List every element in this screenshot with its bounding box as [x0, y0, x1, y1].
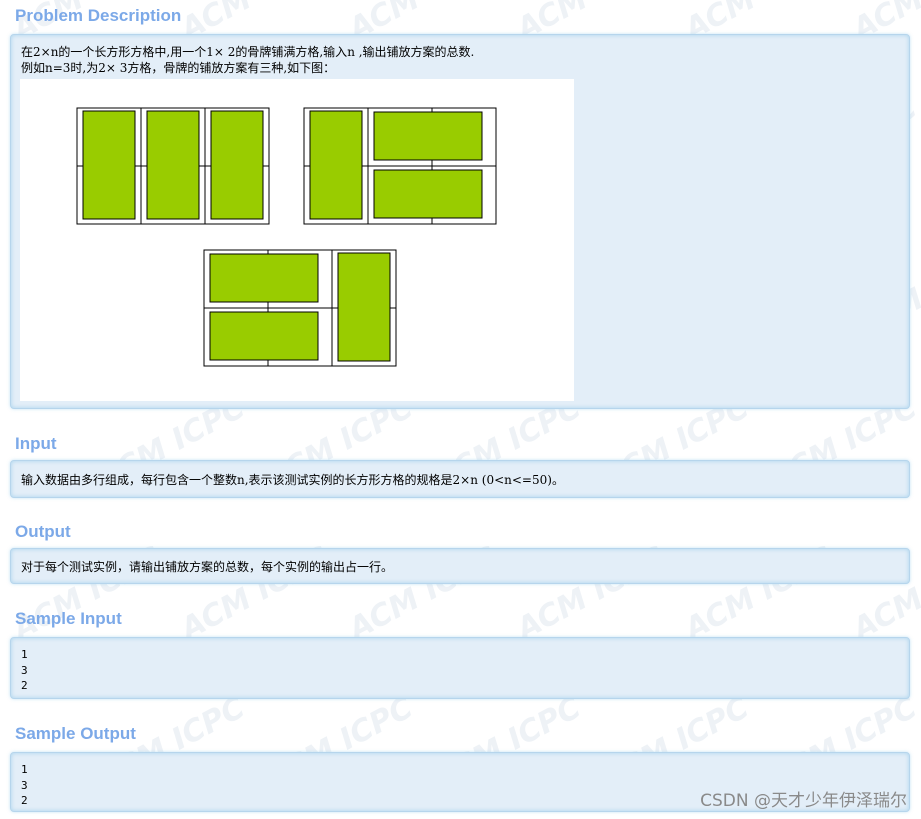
domino-tiling-figure [20, 79, 574, 401]
tiling-3-domino-2 [209, 311, 319, 361]
output-panel: 对于每个测试实例，请输出铺放方案的总数，每个实例的输出占一行。 [10, 548, 910, 584]
description-line-1: 在2×n的一个长方形方格中,用一个1× 2的骨牌铺满方格,输入n ,输出铺放方案… [21, 45, 475, 59]
sample-output-title: Sample Output [15, 724, 136, 743]
problem-description-title: Problem Description [15, 6, 182, 25]
sample-input-panel: 1 3 2 [10, 637, 910, 699]
tiling-3-domino-3 [337, 252, 391, 362]
tiling-1-domino-2 [146, 110, 200, 220]
description-line-2: 例如n=3时,为2× 3方格，骨牌的铺放方案有三种,如下图： [21, 61, 336, 75]
output-title: Output [15, 522, 71, 541]
tiling-1-domino-3 [210, 110, 264, 220]
problem-description-panel: 在2×n的一个长方形方格中,用一个1× 2的骨牌铺满方格,输入n ,输出铺放方案… [10, 34, 910, 409]
sample-output-line-3: 2 [21, 794, 28, 807]
tiling-2-domino-1 [309, 110, 363, 220]
output-text: 对于每个测试实例，请输出铺放方案的总数，每个实例的输出占一行。 [21, 560, 394, 574]
tiling-2-domino-2 [373, 111, 483, 161]
sample-output-line-2: 3 [21, 778, 28, 792]
sample-input-line-2: 3 [21, 663, 28, 677]
sample-input-line-1: 1 [21, 648, 28, 661]
sample-input-title: Sample Input [15, 609, 122, 628]
tiling-2-domino-3 [373, 169, 483, 219]
sample-input-line-3: 2 [21, 679, 28, 692]
csdn-credit: CSDN @天才少年伊泽瑞尔 [700, 791, 907, 811]
sample-output-line-1: 1 [21, 763, 28, 776]
tiling-diagram [76, 107, 497, 367]
input-panel: 输入数据由多行组成，每行包含一个整数n,表示该测试实例的长方形方格的规格是2×n… [10, 460, 910, 498]
input-title: Input [15, 434, 57, 453]
tiling-1-domino-1 [82, 110, 136, 220]
tiling-3-domino-1 [209, 253, 319, 303]
input-text: 输入数据由多行组成，每行包含一个整数n,表示该测试实例的长方形方格的规格是2×n… [21, 473, 564, 487]
